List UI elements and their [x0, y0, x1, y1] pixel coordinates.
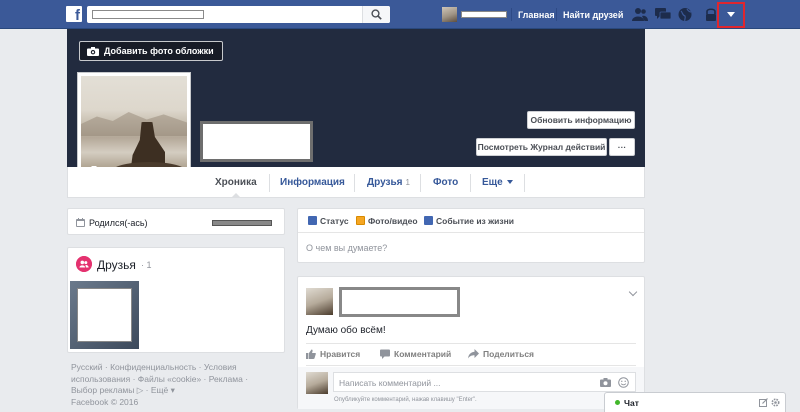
composer-divider — [298, 232, 644, 233]
more-options-button[interactable]: ··· — [609, 138, 635, 156]
nav-divider — [556, 8, 557, 21]
notifications-globe-icon[interactable] — [677, 7, 693, 22]
composer-status-label: Статус — [320, 216, 349, 226]
chevron-down-icon — [506, 180, 513, 185]
comment-area: Написать комментарий ... Опубликуйте ком… — [298, 367, 644, 409]
composer-life-event-tab[interactable]: Событие из жизни — [424, 216, 514, 226]
top-bar: f Главная Найти друзей — [0, 0, 800, 29]
post-divider — [306, 343, 636, 344]
friends-card: Друзья · 1 — [67, 247, 285, 353]
tab-divider — [420, 174, 421, 192]
nav-avatar[interactable] — [442, 7, 457, 22]
account-menu-arrow-icon[interactable] — [727, 12, 735, 17]
friends-title[interactable]: Друзья — [97, 258, 136, 272]
search-input[interactable] — [87, 6, 390, 23]
share-label: Поделиться — [483, 349, 535, 359]
birthday-icon — [76, 218, 85, 227]
messages-icon[interactable] — [655, 7, 671, 22]
post-author-avatar[interactable] — [306, 288, 333, 315]
nav-find-friends-link[interactable]: Найти друзей — [563, 10, 623, 20]
comment-placeholder: Написать комментарий ... — [339, 378, 441, 388]
like-button[interactable]: Нравится — [306, 349, 360, 359]
composer-photo-video-tab[interactable]: Фото/видео — [356, 216, 418, 226]
friend-requests-icon[interactable] — [632, 7, 648, 22]
born-text: Родился(-ась) — [89, 218, 148, 228]
tab-divider — [354, 174, 355, 192]
friend-thumbnail-redacted — [77, 288, 132, 342]
comment-input[interactable]: Написать комментарий ... — [333, 372, 636, 392]
flag-icon — [424, 216, 433, 225]
born-date-redacted — [212, 220, 272, 226]
thumbs-up-icon — [306, 349, 316, 359]
emoji-icon[interactable] — [618, 377, 629, 388]
timeline-post: Думаю обо всём! Нравится Комментарий Под… — [297, 276, 645, 409]
tab-photos[interactable]: Фото — [433, 167, 458, 198]
privacy-lock-icon[interactable] — [704, 7, 718, 22]
footer-line-1[interactable]: Русский · Конфиденциальность · Условия — [71, 362, 271, 374]
tab-friends-label: Друзья — [367, 177, 403, 188]
composer-photo-video-label: Фото/видео — [368, 216, 418, 226]
gear-icon[interactable] — [771, 398, 780, 407]
chat-bar[interactable]: Чат — [604, 392, 786, 412]
nav-home-link[interactable]: Главная — [518, 10, 555, 20]
share-button[interactable]: Поделиться — [468, 349, 534, 359]
composer-input[interactable]: О чем вы думаете? — [306, 243, 387, 253]
search-icon — [371, 9, 382, 20]
footer-copyright: Facebook © 2016 — [71, 396, 139, 407]
like-label: Нравится — [320, 349, 361, 359]
facebook-logo[interactable]: f — [66, 6, 82, 22]
friend-thumbnail[interactable] — [70, 281, 139, 349]
tab-friends[interactable]: Друзья 1 — [367, 167, 410, 198]
tab-timeline[interactable]: Хроника — [215, 167, 257, 198]
post-text: Думаю обо всём! — [306, 325, 386, 336]
comment-label: Комментарий — [394, 349, 452, 359]
new-message-icon[interactable] — [759, 398, 768, 407]
pencil-icon — [308, 216, 317, 225]
attach-photo-camera-icon[interactable] — [600, 378, 611, 387]
search-button[interactable] — [362, 6, 390, 23]
add-cover-photo-button[interactable]: Добавить фото обложки — [79, 41, 223, 61]
photo-icon — [356, 216, 365, 225]
chat-label: Чат — [624, 398, 639, 408]
friends-icon — [76, 256, 92, 272]
tab-divider — [470, 174, 471, 192]
tab-more[interactable]: Еще — [482, 167, 513, 198]
post-author-name-redacted[interactable] — [339, 287, 460, 317]
intro-born-card: Родился(-ась) — [67, 208, 285, 235]
post-divider — [306, 365, 636, 366]
footer-line-2[interactable]: использования · Файлы «cookie» · Реклама… — [71, 374, 271, 386]
tab-about[interactable]: Информация — [280, 167, 345, 198]
comment-icon — [380, 349, 390, 359]
post-options-chevron-icon[interactable] — [628, 287, 638, 297]
profile-name-redacted — [200, 121, 313, 162]
online-status-dot — [615, 400, 620, 405]
update-info-button[interactable]: Обновить информацию — [527, 111, 635, 129]
commenter-avatar — [306, 372, 328, 394]
tab-divider — [524, 174, 525, 192]
profile-tabs: Хроника Информация Друзья 1 Фото Еще — [67, 167, 645, 198]
post-composer: Статус Фото/видео Событие из жизни О чем… — [297, 208, 645, 263]
nav-profile-name-redacted[interactable] — [461, 11, 507, 18]
tab-more-label: Еще — [482, 177, 503, 188]
composer-status-tab[interactable]: Статус — [308, 216, 349, 226]
search-redacted-text — [92, 10, 204, 19]
camera-icon — [87, 47, 99, 56]
comment-hint: Опубликуйте комментарий, нажав клавишу "… — [334, 397, 477, 403]
tab-friends-count: 1 — [405, 178, 410, 187]
share-icon — [468, 349, 479, 359]
tab-divider — [269, 174, 270, 192]
nav-divider — [511, 8, 512, 21]
add-cover-photo-label: Добавить фото обложки — [104, 46, 214, 56]
comment-button[interactable]: Комментарий — [380, 349, 451, 359]
composer-life-event-label: Событие из жизни — [436, 216, 514, 226]
friends-count: · 1 — [141, 260, 152, 270]
view-activity-log-button[interactable]: Посмотреть Журнал действий — [476, 138, 607, 156]
footer-links: Русский · Конфиденциальность · Условия и… — [71, 362, 271, 408]
footer-line-3[interactable]: Выбор рекламы ▷ · Ещё ▾ — [71, 385, 271, 397]
